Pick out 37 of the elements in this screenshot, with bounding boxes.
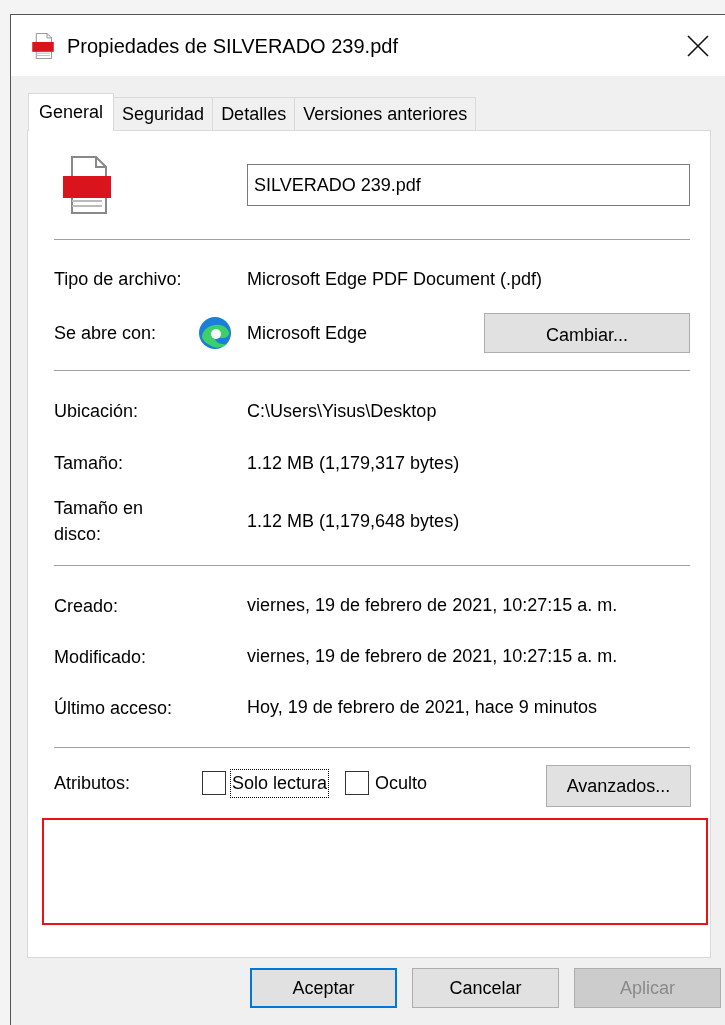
close-icon [687,34,709,57]
change-button[interactable]: Cambiar... [484,313,690,353]
advanced-button[interactable]: Avanzados... [546,765,691,807]
field-value: 1.12 MB (1,179,648 bytes) [247,509,460,533]
field-value: viernes, 19 de febrero de 2021, 10:27:15 a. m. [247,594,618,617]
tab[interactable]: Versiones anteriores [295,97,477,130]
checkbox-square[interactable] [345,771,370,795]
field-label: Ubicación: [54,400,140,423]
field-value: Microsoft Edge PDF Document (.pdf) [247,267,543,291]
checkbox-label: Solo lectura [230,768,330,798]
field-label: Modificado: [54,645,148,669]
pdf-file-icon [31,32,55,59]
field-label: Atributos: [54,771,132,795]
file-name-field[interactable]: SILVERADO 239.pdf [247,164,690,206]
dialog-button[interactable]: Aceptar [250,968,397,1008]
checkbox-square[interactable] [202,771,226,795]
window-title: Propiedades de SILVERADO 239.pdf [67,33,398,59]
dialog-button[interactable]: Cancelar [412,968,559,1008]
checkbox-label: Oculto [374,771,429,795]
field-value: Hoy, 19 de febrero de 2021, hace 9 minutos [247,696,597,719]
field-value: viernes, 19 de febrero de 2021, 10:27:15 a. m. [247,645,618,668]
field-label: Último acceso: [54,696,174,720]
field-label: Tipo de archivo: [54,268,183,291]
checkbox[interactable]: Solo lectura [202,768,330,798]
checkbox[interactable]: Oculto [345,768,430,798]
tab[interactable]: Seguridad [114,97,214,130]
tab[interactable]: General [28,93,115,131]
field-label: Tamaño: [54,452,125,475]
field-value: C:\Users\Yisus\Desktop [247,399,437,423]
field-value: 1.12 MB (1,179,317 bytes) [247,451,460,475]
field-label: Se abre con: [54,321,158,345]
field-label: Creado: [54,594,120,618]
pdf-file-icon [62,156,112,214]
edge-icon [198,316,232,350]
tab[interactable]: Detalles [213,97,296,130]
field-value: Microsoft Edge [247,321,368,345]
field-label: Tamaño en disco: [54,497,145,546]
